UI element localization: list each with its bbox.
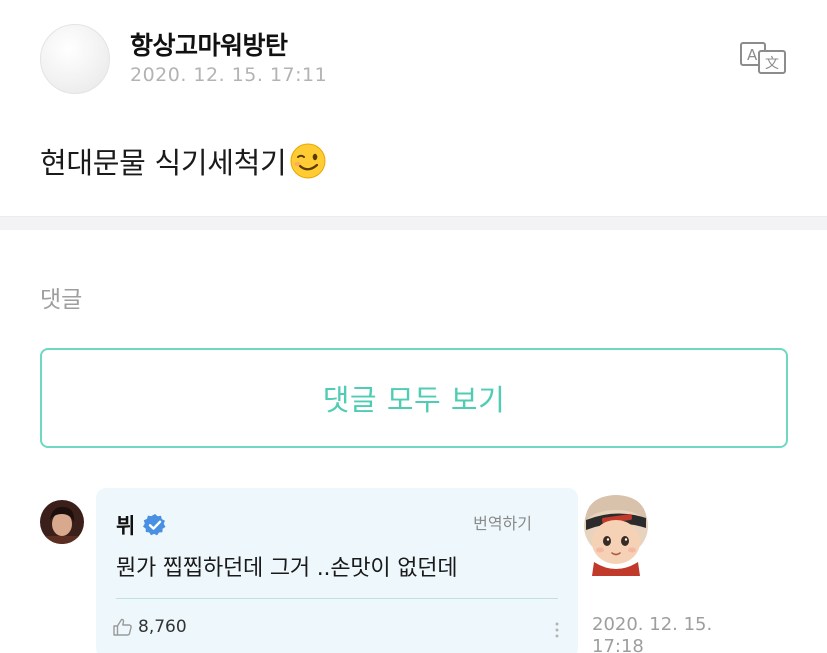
- comment-author-name: 뷔: [116, 514, 136, 538]
- comment-date: 2020. 12. 15. 17:18: [592, 614, 732, 653]
- post-date: 2020. 12. 15. 17:11: [130, 64, 328, 86]
- post-header: 항상고마워방탄 2020. 12. 15. 17:11 A 文: [40, 24, 787, 96]
- author-name[interactable]: 항상고마워방탄: [130, 26, 288, 62]
- like-count: 8,760: [138, 617, 187, 637]
- more-options-icon[interactable]: [554, 620, 560, 640]
- verified-badge-icon: [143, 514, 166, 536]
- comment-bubble: 뷔 번역하기 뭔가 찝찝하던데 그거 ..손맛이 없던데 8,760: [96, 488, 578, 653]
- thumbs-up-icon: [113, 618, 132, 636]
- translate-button[interactable]: A 文: [739, 40, 787, 74]
- comment-author[interactable]: 뷔: [116, 510, 167, 540]
- comment-date-day: 2020. 12. 15.: [592, 614, 713, 635]
- translate-icon: A 文: [740, 42, 786, 74]
- comment-translate-button[interactable]: 번역하기: [473, 510, 532, 534]
- like-button[interactable]: 8,760: [112, 616, 187, 638]
- comment-date-time: 17:18: [592, 636, 644, 653]
- author-avatar[interactable]: [40, 24, 110, 94]
- svg-text:A: A: [747, 46, 758, 64]
- post-body: 현대문물 식기세척기: [40, 140, 327, 182]
- commenter-photo: [40, 500, 84, 544]
- post-text: 현대문물 식기세척기: [40, 146, 287, 180]
- view-all-comments-button[interactable]: 댓글 모두 보기: [40, 348, 788, 448]
- commenter-avatar[interactable]: [40, 500, 84, 544]
- svg-text:文: 文: [765, 56, 779, 72]
- winking-face-icon: [290, 143, 326, 179]
- comment-text: 뭔가 찝찝하던데 그거 ..손맛이 없던데: [116, 556, 458, 581]
- comment-divider: [116, 598, 558, 599]
- comments-section-title: 댓글: [40, 287, 83, 313]
- character-sticker: [576, 490, 652, 576]
- section-divider: [0, 216, 827, 230]
- sticker-image: [584, 495, 648, 576]
